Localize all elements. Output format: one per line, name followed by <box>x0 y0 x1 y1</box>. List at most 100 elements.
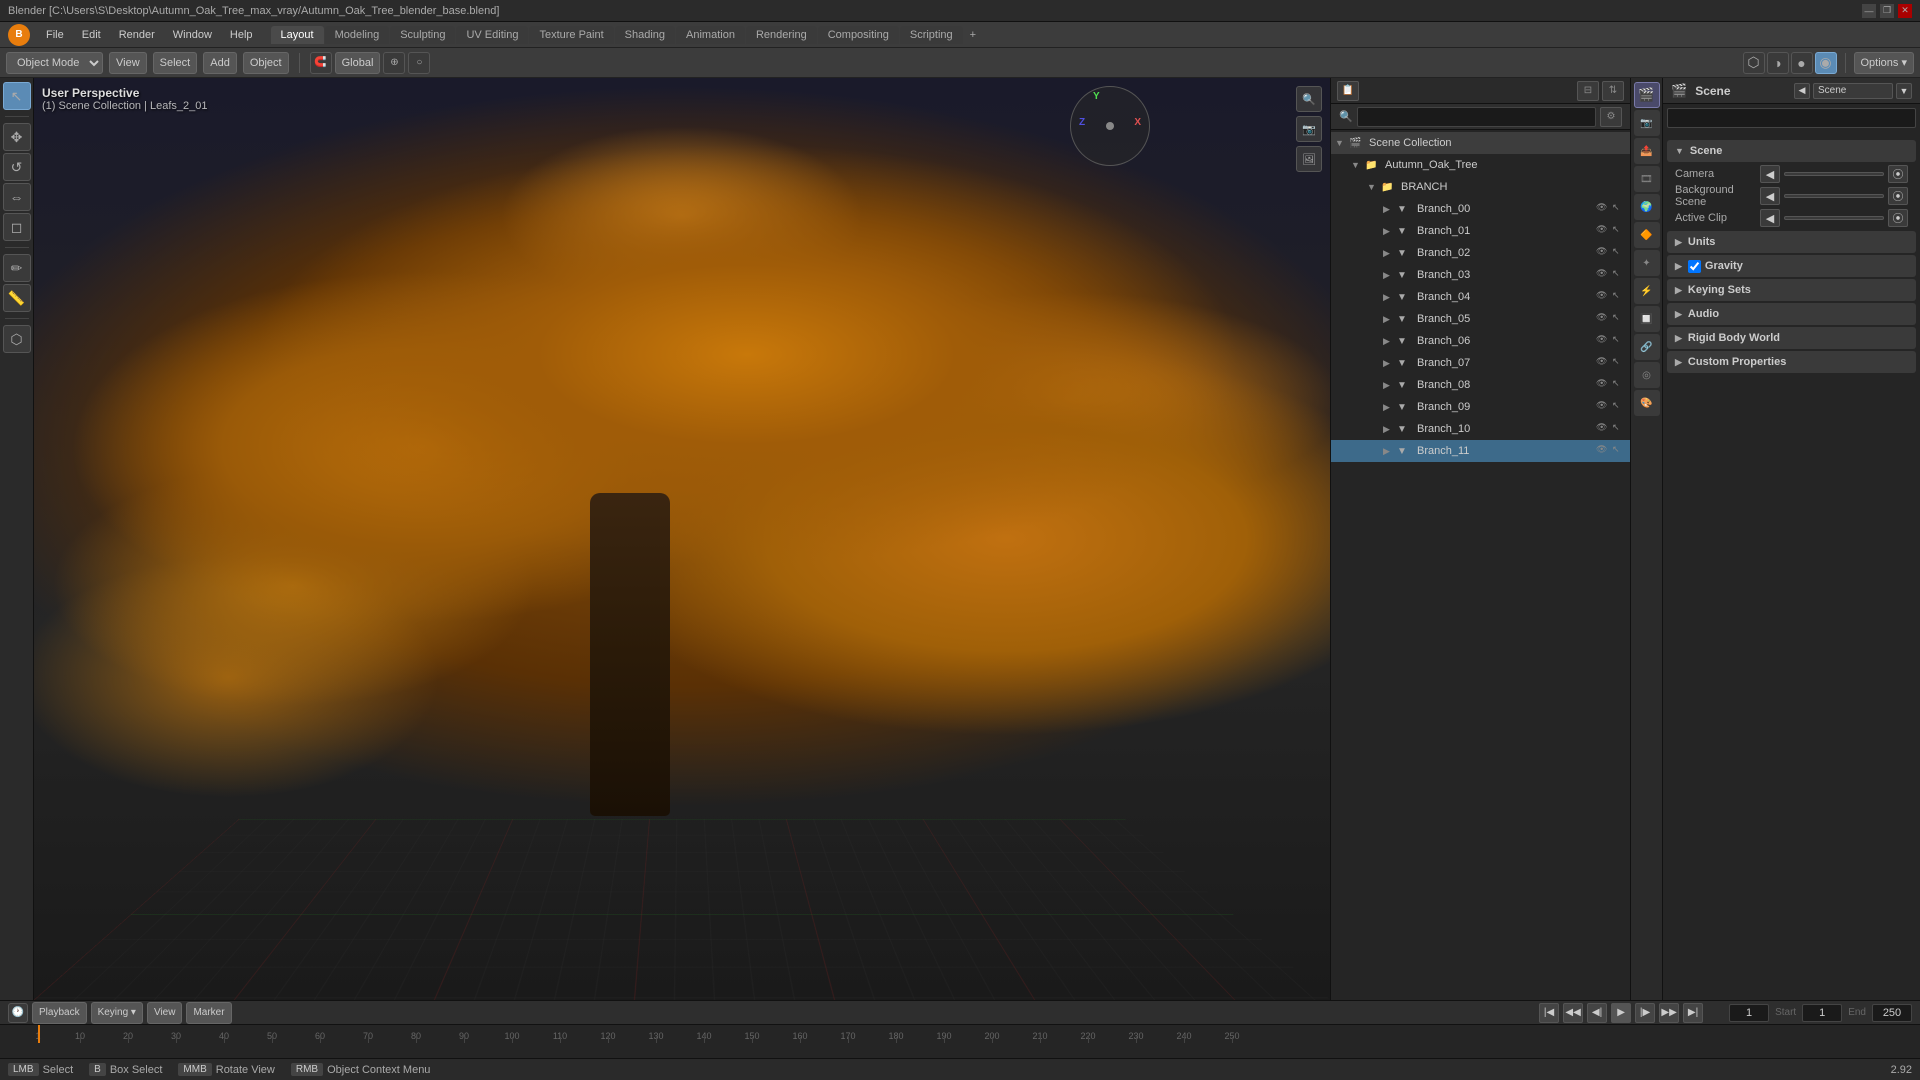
rigid-body-section-header[interactable]: ▶ Rigid Body World <box>1667 327 1916 349</box>
keying-menu[interactable]: Keying ▾ <box>91 1002 143 1024</box>
move-tool-btn[interactable]: ✥ <box>3 123 31 151</box>
annotate-tool-btn[interactable]: ✏ <box>3 254 31 282</box>
playback-menu[interactable]: Playback <box>32 1002 87 1024</box>
active-clip-select-btn[interactable]: ⦿ <box>1888 209 1908 227</box>
prop-particles-btn[interactable]: ⚡ <box>1634 278 1660 304</box>
play-btn[interactable]: ▶ <box>1611 1003 1631 1023</box>
b03-vis-btn[interactable]: 👁 <box>1596 268 1610 282</box>
b00-sel-btn[interactable]: ↖ <box>1612 202 1626 216</box>
timeline-ruler[interactable]: 1102030405060708090100110120130140150160… <box>0 1025 1920 1043</box>
current-frame-input[interactable] <box>1729 1004 1769 1022</box>
b00-vis-btn[interactable]: 👁 <box>1596 202 1610 216</box>
select-tool-btn[interactable]: ↖ <box>3 82 31 110</box>
scene-section-header[interactable]: ▼ Scene <box>1667 140 1916 162</box>
branch-11-item[interactable]: ▶ ▼ Branch_11 👁 ↖ <box>1331 440 1630 462</box>
prop-scene-btn[interactable]: 🎬 <box>1634 82 1660 108</box>
prop-output-btn[interactable]: 📤 <box>1634 138 1660 164</box>
menu-window[interactable]: Window <box>165 26 220 44</box>
outliner-search-input[interactable] <box>1357 107 1596 127</box>
prop-data-btn[interactable]: ◎ <box>1634 362 1660 388</box>
wireframe-shading-btn[interactable]: ⬡ <box>1743 52 1765 74</box>
prop-object-btn[interactable]: 🔶 <box>1634 222 1660 248</box>
branch-01-item[interactable]: ▶ ▼ Branch_01 👁 ↖ <box>1331 220 1630 242</box>
viewport-3d[interactable]: User Perspective (1) Scene Collection | … <box>34 78 1330 1000</box>
select-menu[interactable]: Select <box>153 52 198 74</box>
b02-vis-btn[interactable]: 👁 <box>1596 246 1610 260</box>
prop-browse-btn[interactable]: ◀ <box>1794 83 1810 99</box>
b08-sel-btn[interactable]: ↖ <box>1612 378 1626 392</box>
next-frame-btn[interactable]: ▶▶ <box>1659 1003 1679 1023</box>
b11-vis-btn[interactable]: 👁 <box>1596 444 1610 458</box>
b09-vis-btn[interactable]: 👁 <box>1596 400 1610 414</box>
prop-world-btn[interactable]: 🌍 <box>1634 194 1660 220</box>
b06-vis-btn[interactable]: 👁 <box>1596 334 1610 348</box>
prop-material-btn[interactable]: 🎨 <box>1634 390 1660 416</box>
prop-constraints-btn[interactable]: 🔗 <box>1634 334 1660 360</box>
proportional-editing[interactable]: ○ <box>408 52 430 74</box>
tab-sculpting[interactable]: Sculpting <box>390 26 455 44</box>
object-mode-select[interactable]: Object Mode <box>6 52 103 74</box>
audio-section-header[interactable]: ▶ Audio <box>1667 303 1916 325</box>
options-button[interactable]: Options ▾ <box>1854 52 1915 74</box>
prop-datablock-name[interactable]: Scene <box>1813 83 1893 99</box>
camera-dropdown-btn[interactable]: ◀ <box>1760 165 1780 183</box>
b07-sel-btn[interactable]: ↖ <box>1612 356 1626 370</box>
bg-scene-select-btn[interactable]: ⦿ <box>1888 187 1908 205</box>
b08-vis-btn[interactable]: 👁 <box>1596 378 1610 392</box>
branch-09-item[interactable]: ▶ ▼ Branch_09 👁 ↖ <box>1331 396 1630 418</box>
bg-scene-dropdown-btn[interactable]: ◀ <box>1760 187 1780 205</box>
autumn-oak-tree-item[interactable]: ▼ 📁 Autumn_Oak_Tree <box>1331 154 1630 176</box>
b04-sel-btn[interactable]: ↖ <box>1612 290 1626 304</box>
scene-collection-item[interactable]: ▼ 🎬 Scene Collection <box>1331 132 1630 154</box>
menu-help[interactable]: Help <box>222 26 261 44</box>
add-workspace-button[interactable]: + <box>964 26 982 44</box>
minimize-button[interactable]: — <box>1862 4 1876 18</box>
jump-start-btn[interactable]: |◀ <box>1539 1003 1559 1023</box>
viewport-render-btn[interactable]: 🖼 <box>1296 146 1322 172</box>
transform-tool-btn[interactable]: ◻ <box>3 213 31 241</box>
timeline-icon-btn[interactable]: 🕐 <box>8 1003 28 1023</box>
menu-render[interactable]: Render <box>111 26 163 44</box>
rotate-tool-btn[interactable]: ↺ <box>3 153 31 181</box>
close-button[interactable]: ✕ <box>1898 4 1912 18</box>
keying-sets-section-header[interactable]: ▶ Keying Sets <box>1667 279 1916 301</box>
start-frame-input[interactable] <box>1802 1004 1842 1022</box>
b05-sel-btn[interactable]: ↖ <box>1612 312 1626 326</box>
branch-04-item[interactable]: ▶ ▼ Branch_04 👁 ↖ <box>1331 286 1630 308</box>
b07-vis-btn[interactable]: 👁 <box>1596 356 1610 370</box>
camera-select-btn[interactable]: ⦿ <box>1888 165 1908 183</box>
prop-render-btn[interactable]: 📷 <box>1634 110 1660 136</box>
gravity-checkbox[interactable] <box>1688 260 1701 273</box>
prop-datablock-opts[interactable]: ▼ <box>1896 83 1912 99</box>
b03-sel-btn[interactable]: ↖ <box>1612 268 1626 282</box>
b10-sel-btn[interactable]: ↖ <box>1612 422 1626 436</box>
marker-menu[interactable]: Marker <box>186 1002 231 1024</box>
branch-10-item[interactable]: ▶ ▼ Branch_10 👁 ↖ <box>1331 418 1630 440</box>
branch-08-item[interactable]: ▶ ▼ Branch_08 👁 ↖ <box>1331 374 1630 396</box>
add-menu[interactable]: Add <box>203 52 237 74</box>
branch-05-item[interactable]: ▶ ▼ Branch_05 👁 ↖ <box>1331 308 1630 330</box>
rendered-shading-btn[interactable]: ◉ <box>1815 52 1837 74</box>
camera-value[interactable] <box>1784 172 1884 176</box>
prop-modifiers-btn[interactable]: ✦ <box>1634 250 1660 276</box>
menu-edit[interactable]: Edit <box>74 26 109 44</box>
tab-scripting[interactable]: Scripting <box>900 26 963 44</box>
prop-physics-btn[interactable]: 🔲 <box>1634 306 1660 332</box>
restore-button[interactable]: ❐ <box>1880 4 1894 18</box>
active-clip-value[interactable] <box>1784 216 1884 220</box>
custom-props-section-header[interactable]: ▶ Custom Properties <box>1667 351 1916 373</box>
prop-search-input[interactable] <box>1667 108 1916 128</box>
gravity-section-header[interactable]: ▶ Gravity <box>1667 255 1916 277</box>
branch-06-item[interactable]: ▶ ▼ Branch_06 👁 ↖ <box>1331 330 1630 352</box>
tab-rendering[interactable]: Rendering <box>746 26 817 44</box>
b04-vis-btn[interactable]: 👁 <box>1596 290 1610 304</box>
material-preview-btn[interactable]: ● <box>1791 52 1813 74</box>
prev-keyframe-btn[interactable]: ◀| <box>1587 1003 1607 1023</box>
tab-uv-editing[interactable]: UV Editing <box>456 26 528 44</box>
b02-sel-btn[interactable]: ↖ <box>1612 246 1626 260</box>
tab-modeling[interactable]: Modeling <box>325 26 390 44</box>
next-keyframe-btn[interactable]: |▶ <box>1635 1003 1655 1023</box>
b06-sel-btn[interactable]: ↖ <box>1612 334 1626 348</box>
jump-end-btn[interactable]: ▶| <box>1683 1003 1703 1023</box>
scale-tool-btn[interactable]: ⇔ <box>3 183 31 211</box>
